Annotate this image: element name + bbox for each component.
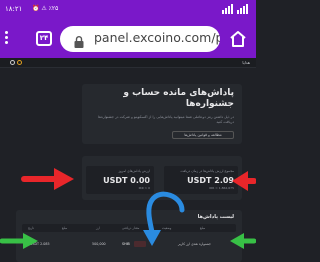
red-arrow-right — [232, 171, 256, 191]
red-arrow-left — [21, 168, 74, 190]
annotation-overlay — [0, 168, 256, 249]
green-arrow-left — [0, 233, 38, 249]
blue-arrow — [143, 191, 185, 246]
green-arrow-right — [230, 233, 256, 249]
